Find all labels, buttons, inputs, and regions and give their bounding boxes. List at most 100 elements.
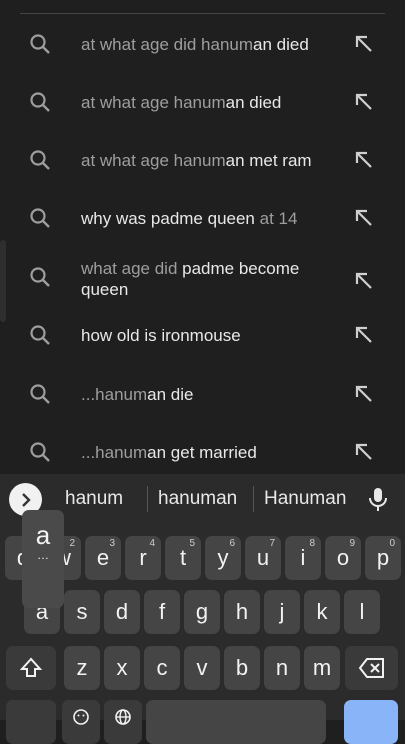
key-s[interactable]: s bbox=[64, 590, 100, 634]
arrow-up-left-icon[interactable] bbox=[352, 382, 376, 406]
emoji-key[interactable] bbox=[62, 700, 100, 744]
key-label: l bbox=[359, 599, 365, 624]
key-label: h bbox=[235, 599, 249, 624]
shift-icon bbox=[19, 657, 43, 677]
suggestion-word[interactable]: Hanuman bbox=[264, 488, 346, 510]
key-label: z bbox=[76, 655, 88, 680]
key-number-hint: 8 bbox=[309, 538, 315, 549]
key-v[interactable]: v bbox=[184, 646, 220, 690]
arrow-up-left-icon[interactable] bbox=[352, 206, 376, 230]
search-icon bbox=[30, 442, 50, 462]
popup-letter: a bbox=[35, 520, 51, 550]
key-e[interactable]: e3 bbox=[85, 536, 121, 580]
arrow-up-left-icon[interactable] bbox=[352, 323, 376, 347]
key-number-hint: 4 bbox=[149, 538, 155, 549]
key-label: j bbox=[279, 599, 285, 624]
suggestion-item[interactable]: why was padme queen at 14 bbox=[0, 202, 405, 242]
globe-key[interactable] bbox=[104, 700, 142, 744]
key-number-hint: 5 bbox=[189, 538, 195, 549]
suggestion-item[interactable]: how old is ironmouse bbox=[0, 319, 405, 359]
key-p[interactable]: p0 bbox=[365, 536, 401, 580]
key-d[interactable]: d bbox=[104, 590, 140, 634]
popup-more: … bbox=[37, 548, 49, 562]
symbols-key[interactable] bbox=[6, 700, 56, 744]
key-z[interactable]: z bbox=[64, 646, 100, 690]
key-number-hint: 0 bbox=[389, 538, 395, 549]
arrow-up-left-icon[interactable] bbox=[352, 440, 376, 464]
key-b[interactable]: b bbox=[224, 646, 260, 690]
suggestion-text: what age did padme become queen bbox=[81, 259, 300, 299]
space-key[interactable] bbox=[146, 700, 326, 744]
key-label: t bbox=[179, 545, 187, 570]
backspace-key[interactable] bbox=[345, 646, 398, 690]
suggestion-text: ...hanuman die bbox=[81, 385, 194, 404]
key-label: o bbox=[336, 545, 350, 570]
mic-icon[interactable] bbox=[366, 486, 390, 512]
key-h[interactable]: h bbox=[224, 590, 260, 634]
emoji-icon bbox=[73, 709, 89, 725]
suggestion-text: at what age hanuman met ram bbox=[81, 151, 312, 170]
arrow-up-left-icon[interactable] bbox=[352, 269, 376, 293]
key-number-hint: 9 bbox=[349, 538, 355, 549]
globe-icon bbox=[115, 709, 131, 725]
key-label: x bbox=[116, 655, 128, 680]
suggestion-item[interactable]: at what age hanuman died bbox=[0, 86, 405, 126]
key-y[interactable]: y6 bbox=[205, 536, 241, 580]
key-label: c bbox=[156, 655, 168, 680]
key-j[interactable]: j bbox=[264, 590, 300, 634]
suggestion-item[interactable]: at what age hanuman met ram bbox=[0, 144, 405, 184]
key-label: d bbox=[115, 599, 129, 624]
key-number-hint: 2 bbox=[69, 538, 75, 549]
separator bbox=[253, 486, 254, 512]
key-o[interactable]: o9 bbox=[325, 536, 361, 580]
suggestion-text: why was padme queen at 14 bbox=[81, 209, 298, 228]
arrow-up-left-icon[interactable] bbox=[352, 90, 376, 114]
key-label: u bbox=[256, 545, 270, 570]
suggestion-text: how old is ironmouse bbox=[81, 326, 241, 345]
search-icon bbox=[30, 34, 50, 54]
key-t[interactable]: t5 bbox=[165, 536, 201, 580]
key-label: k bbox=[316, 599, 328, 624]
key-label: y bbox=[217, 545, 229, 570]
key-f[interactable]: f bbox=[144, 590, 180, 634]
key-label: e bbox=[96, 545, 110, 570]
key-label: m bbox=[312, 655, 332, 680]
key-popup: a … bbox=[22, 510, 64, 608]
key-label: r bbox=[139, 545, 147, 570]
backspace-icon bbox=[358, 658, 384, 678]
search-icon bbox=[30, 208, 50, 228]
divider bbox=[20, 13, 385, 14]
suggestion-text: at what age did hanuman died bbox=[81, 35, 309, 54]
key-k[interactable]: k bbox=[304, 590, 340, 634]
key-g[interactable]: g bbox=[184, 590, 220, 634]
key-number-hint: 6 bbox=[229, 538, 235, 549]
suggestion-item[interactable]: at what age did hanuman died bbox=[0, 28, 405, 68]
key-n[interactable]: n bbox=[264, 646, 300, 690]
key-l[interactable]: l bbox=[344, 590, 380, 634]
search-icon bbox=[30, 267, 50, 287]
key-label: p bbox=[376, 545, 390, 570]
key-c[interactable]: c bbox=[144, 646, 180, 690]
key-label: b bbox=[235, 655, 249, 680]
search-icon bbox=[30, 150, 50, 170]
arrow-up-left-icon[interactable] bbox=[352, 148, 376, 172]
key-m[interactable]: m bbox=[304, 646, 340, 690]
search-icon bbox=[30, 384, 50, 404]
suggestion-word[interactable]: hanum bbox=[65, 488, 123, 510]
arrow-up-left-icon[interactable] bbox=[352, 32, 376, 56]
search-key[interactable] bbox=[344, 700, 398, 744]
suggestion-item[interactable]: what age did padme become queen bbox=[0, 256, 405, 306]
search-icon bbox=[30, 325, 50, 345]
suggestion-item[interactable]: ...hanuman get married bbox=[0, 436, 405, 476]
key-x[interactable]: x bbox=[104, 646, 140, 690]
key-r[interactable]: r4 bbox=[125, 536, 161, 580]
key-label: f bbox=[158, 599, 166, 624]
key-u[interactable]: u7 bbox=[245, 536, 281, 580]
search-icon bbox=[30, 92, 50, 112]
suggestion-word[interactable]: hanuman bbox=[158, 488, 237, 510]
key-i[interactable]: i8 bbox=[285, 536, 321, 580]
suggestion-item[interactable]: ...hanuman die bbox=[0, 378, 405, 418]
separator bbox=[147, 486, 148, 512]
suggestion-text: at what age hanuman died bbox=[81, 93, 282, 112]
shift-key[interactable] bbox=[6, 646, 56, 690]
